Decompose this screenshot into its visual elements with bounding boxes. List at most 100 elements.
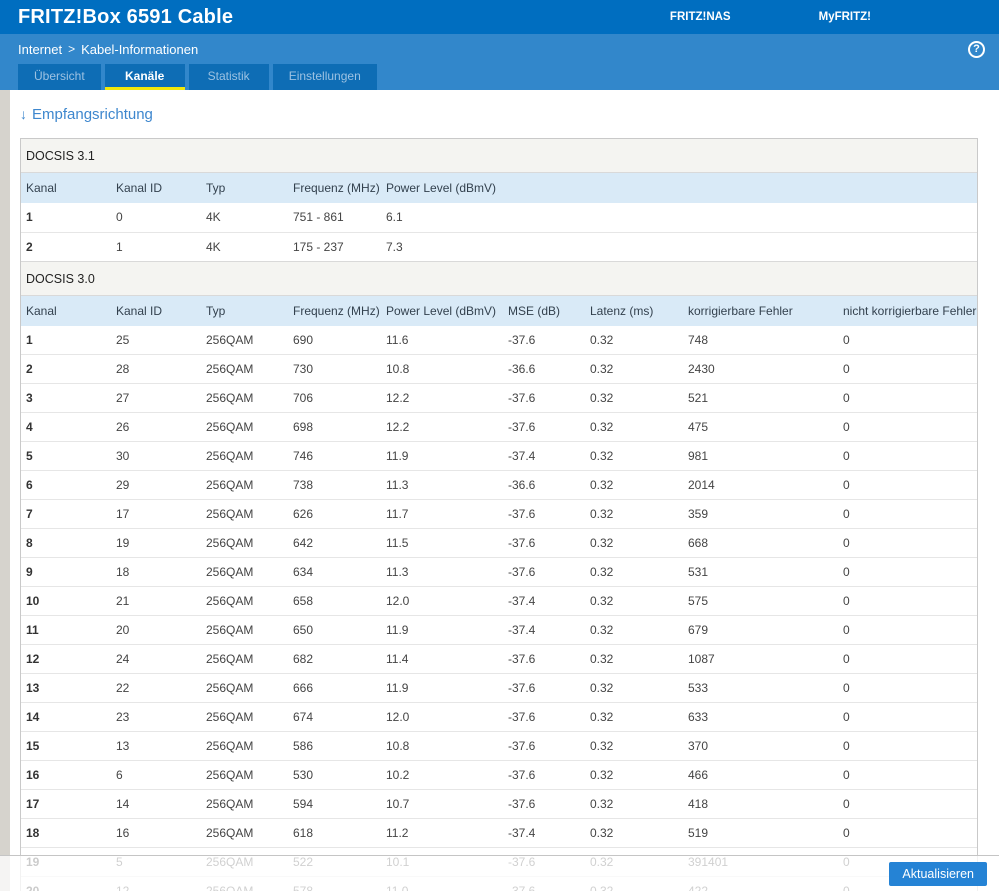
table-cell: 1087	[683, 644, 838, 674]
table-cell: 26	[111, 412, 201, 442]
column-header: Kanal	[26, 303, 57, 318]
table-row: 15 13 256QAM 586 10.8 -37.6 0.32 370 0	[21, 731, 977, 761]
table-cell: -37.6	[503, 412, 585, 442]
table-row: 16 6 256QAM 530 10.2 -37.6 0.32 466 0	[21, 760, 977, 790]
table-cell: 256QAM	[201, 818, 288, 848]
table-cell: 0	[838, 789, 977, 819]
table-cell: 256QAM	[201, 673, 288, 703]
table-row: 18 16 256QAM 618 11.2 -37.4 0.32 519 0	[21, 818, 977, 848]
table-cell: 15	[21, 731, 111, 761]
table-cell: 256QAM	[201, 528, 288, 558]
section-link-label: Empfangsrichtung	[32, 106, 153, 123]
tab-kanaele[interactable]: Kanäle	[104, 64, 185, 90]
table-cell: 0.32	[585, 441, 683, 471]
table-cell: 17	[111, 499, 201, 529]
table-cell: 2014	[683, 470, 838, 500]
table-cell: 668	[683, 528, 838, 558]
table-cell: 0.32	[585, 818, 683, 848]
table-cell: 594	[288, 789, 381, 819]
table-cell: -37.6	[503, 644, 585, 674]
table-cell: 0.32	[585, 412, 683, 442]
table-cell: 16	[111, 818, 201, 848]
table-cell: -37.6	[503, 789, 585, 819]
tab-einstellungen[interactable]: Einstellungen	[272, 64, 377, 90]
help-icon[interactable]: ?	[968, 40, 985, 58]
table-cell: 256QAM	[201, 470, 288, 500]
refresh-button[interactable]: Aktualisieren	[889, 861, 987, 886]
table-cell: 2	[21, 231, 111, 262]
docsis30-table: Kanal Kanal ID Typ Frequenz (MHz) Power Leve…	[21, 295, 977, 891]
table-cell: 0	[838, 325, 977, 355]
table-cell: 0	[838, 412, 977, 442]
column-header: Latenz (ms)	[590, 303, 654, 318]
table-cell: 519	[683, 818, 838, 848]
table-row: 14 23 256QAM 674 12.0 -37.6 0.32 633 0	[21, 702, 977, 732]
table-cell: -37.6	[503, 731, 585, 761]
table-cell: 0.32	[585, 644, 683, 674]
column-header: Kanal ID	[116, 181, 163, 195]
table-cell: 0.32	[585, 557, 683, 587]
table-cell: 256QAM	[201, 586, 288, 616]
tab-uebersicht[interactable]: Übersicht	[18, 64, 101, 90]
breadcrumb-separator: >	[68, 42, 76, 56]
column-header: MSE (dB)	[508, 303, 561, 318]
table-cell: 0.32	[585, 731, 683, 761]
table-cell: 256QAM	[201, 441, 288, 471]
table-cell: 475	[683, 412, 838, 442]
empfangsrichtung-toggle[interactable]: ↓ Empfangsrichtung	[20, 106, 153, 123]
fritznas-link[interactable]: FRITZ!NAS	[670, 11, 731, 23]
table-cell: 10.7	[381, 789, 503, 819]
table-row: 5 30 256QAM 746 11.9 -37.4 0.32 981 0	[21, 441, 977, 471]
table-cell: 706	[288, 383, 381, 413]
table-cell: 256QAM	[201, 644, 288, 674]
table-cell: 0	[838, 760, 977, 790]
table-cell: 370	[683, 731, 838, 761]
table-cell: 359	[683, 499, 838, 529]
column-header: korrigierbare Fehler	[688, 303, 793, 318]
docsis30-table-body: 1 25 256QAM 690 11.6 -37.6 0.32 748 0 2 28 256QAM 73…	[21, 325, 977, 891]
table-row: 9 18 256QAM 634 11.3 -37.6 0.32 531 0	[21, 557, 977, 587]
table-cell: 1	[21, 203, 111, 232]
table-cell: 981	[683, 441, 838, 471]
table-cell: 521	[683, 383, 838, 413]
table-cell: 0	[838, 499, 977, 529]
table-cell: 11.9	[381, 615, 503, 645]
table-cell: -36.6	[503, 354, 585, 384]
docsis31-title: DOCSIS 3.1	[21, 139, 977, 173]
table-cell: 0	[838, 818, 977, 848]
table-cell: 618	[288, 818, 381, 848]
table-cell: 0.32	[585, 702, 683, 732]
table-cell: 11.7	[381, 499, 503, 529]
table-cell: 256QAM	[201, 354, 288, 384]
table-cell: 634	[288, 557, 381, 587]
content-area: ↓ Empfangsrichtung DOCSIS 3.1 Kanal Kanal …	[10, 90, 979, 891]
table-cell: 29	[111, 470, 201, 500]
tab-statistik[interactable]: Statistik	[188, 64, 269, 90]
table-cell: 698	[288, 412, 381, 442]
table-cell: -37.6	[503, 325, 585, 355]
table-cell: 650	[288, 615, 381, 645]
table-cell: 5	[21, 441, 111, 471]
table-cell: 12	[21, 644, 111, 674]
table-cell: 748	[683, 325, 838, 355]
table-cell: 586	[288, 731, 381, 761]
table-cell: 9	[21, 557, 111, 587]
column-header: Typ	[206, 303, 226, 318]
table-cell: 0	[838, 557, 977, 587]
table-cell: 575	[683, 586, 838, 616]
docsis31-header-row: Kanal Kanal ID Typ Frequenz (MHz) Power Leve…	[21, 173, 977, 203]
table-cell: 642	[288, 528, 381, 558]
myfritz-link[interactable]: MyFRITZ!	[819, 11, 871, 23]
table-cell: 0.32	[585, 789, 683, 819]
table-cell: 256QAM	[201, 499, 288, 529]
table-cell: 256QAM	[201, 702, 288, 732]
table-cell: 0.32	[585, 586, 683, 616]
table-cell: 14	[111, 789, 201, 819]
column-header: Kanal	[26, 181, 57, 195]
table-cell: 0.32	[585, 760, 683, 790]
table-row: 13 22 256QAM 666 11.9 -37.6 0.32 533 0	[21, 673, 977, 703]
table-cell: 466	[683, 760, 838, 790]
table-cell: 0.32	[585, 499, 683, 529]
table-cell: 11.3	[381, 470, 503, 500]
breadcrumb-section[interactable]: Internet	[18, 42, 62, 57]
